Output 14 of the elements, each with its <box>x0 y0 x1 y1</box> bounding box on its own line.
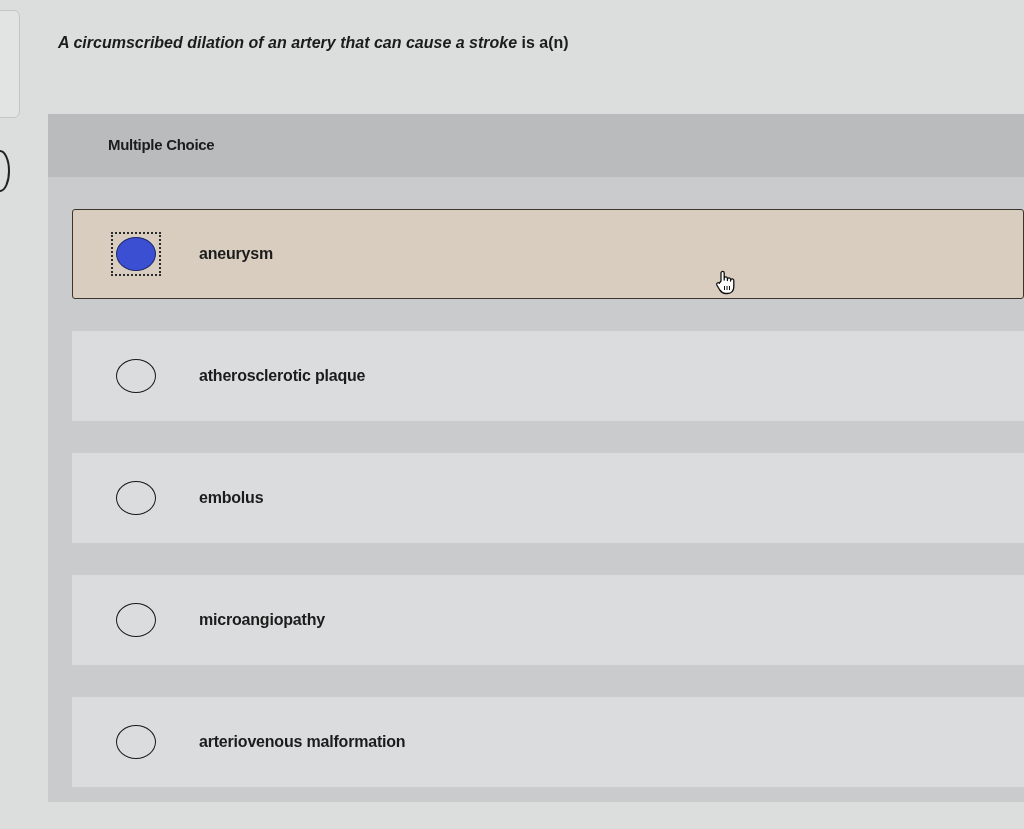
selected-answer-option[interactable]: aneurysm <box>72 209 1024 299</box>
question-type-header: Multiple Choice <box>48 114 1024 177</box>
ring-edge-icon <box>0 150 10 192</box>
answer-option[interactable]: arteriovenous malformation <box>72 697 1024 787</box>
question-text: A circumscribed dilation of an artery that can cause a stroke is a(n) <box>58 33 570 53</box>
option-label: atherosclerotic plaque <box>199 366 366 386</box>
option-label: microangiopathy <box>199 610 325 630</box>
answer-option[interactable]: atherosclerotic plaque <box>72 331 1024 421</box>
option-label: embolus <box>199 488 264 508</box>
option-label: arteriovenous malformation <box>199 732 406 752</box>
radio-button[interactable] <box>111 232 161 276</box>
answer-option[interactable]: microangiopathy <box>72 575 1024 665</box>
answer-option[interactable]: embolus <box>72 453 1024 543</box>
option-label: aneurysm <box>199 244 273 264</box>
